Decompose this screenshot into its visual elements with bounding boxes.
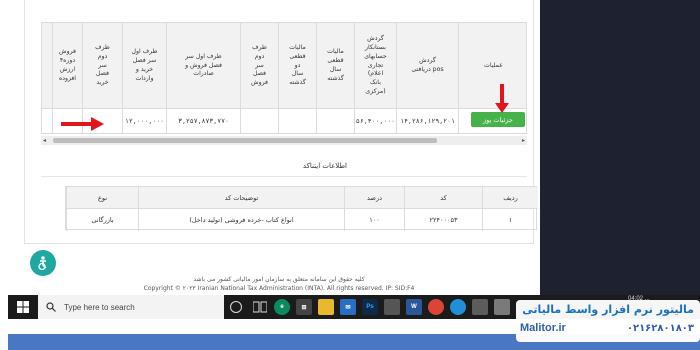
header-creditor-turnover: گردش بستانکار حسابهای تجاری (اعلام بانک … [354, 23, 396, 109]
cell-code-description: انواع کتاب -خرده فروشی (تولید داخل) [138, 209, 344, 231]
file-explorer-icon[interactable] [318, 299, 334, 315]
red-arrow-right-icon [61, 117, 104, 131]
mail-icon[interactable]: ✉ [340, 299, 356, 315]
cell-creditor-turnover: ۵۶,۴۰۰,۰۰۰ [354, 109, 396, 133]
cell-code: ۲۲۴۰۰۰۵۳ [404, 209, 482, 231]
header-purchase-party-two: طرف دوم سر فصل خرید [82, 23, 122, 109]
header-tax-two-years: مالیات قطعی دو سال گذشته [278, 23, 316, 109]
header-operations: عملیات [458, 23, 528, 109]
windows-logo-icon [17, 301, 29, 313]
store-icon[interactable]: ⊞ [296, 299, 312, 315]
cortana-icon[interactable] [230, 301, 242, 313]
main-content: فروش ۴دوره ارزش افزوده طرف دوم سر فصل خر… [24, 0, 538, 244]
screen: فروش ۴دوره ارزش افزوده طرف دوم سر فصل خر… [0, 0, 700, 350]
scrollbar-thumb[interactable] [53, 138, 437, 143]
cell-type: بازرگانی [66, 209, 138, 231]
scroll-left-icon[interactable]: ◂ [43, 136, 46, 145]
header-vat-sales: فروش ۴دوره ارزش افزوده [52, 23, 82, 109]
header-purchase-party-one: طرف اول سر فصل خرید و واردات [122, 23, 166, 109]
cell-sales-party-one: ۳,۲۵۷,۸۷۳,۷۷۰ [166, 109, 240, 133]
malitor-domain: Malitor.ir [520, 322, 566, 334]
cell-tax-last-year [316, 109, 354, 133]
divider [41, 176, 527, 177]
photoshop-icon[interactable]: Ps [362, 299, 378, 315]
turnover-table-header: فروش ۴دوره ارزش افزوده طرف دوم سر فصل خر… [42, 23, 526, 109]
windows-start-button[interactable] [8, 295, 38, 319]
dark-side-panel [540, 0, 700, 295]
search-icon [46, 302, 56, 312]
cell-percent: ۱۰۰ [344, 209, 404, 231]
task-view-icon[interactable] [252, 299, 268, 315]
pos-details-button[interactable]: جزئیات پوز [471, 112, 525, 127]
app-icon-3[interactable] [494, 299, 510, 315]
cell-row-number: ۱ [482, 209, 538, 231]
horizontal-scrollbar[interactable]: ◂ ▸ [41, 136, 527, 145]
footer-copyright: Copyright © ۲۰۲۳ Iranian National Tax Ad… [143, 285, 415, 292]
footer-rights: کلیه حقوق این سامانه متعلق به سازمان امو… [193, 276, 365, 283]
header-percent: درصد [344, 187, 404, 209]
cell-tax-two-years [278, 109, 316, 133]
header-sales-party-two: طرف دوم سر فصل فروش [240, 23, 278, 109]
header-type: نوع [66, 187, 138, 209]
turnover-table: فروش ۴دوره ارزش افزوده طرف دوم سر فصل خر… [41, 22, 527, 134]
app-icon-2[interactable] [472, 299, 488, 315]
cell-sales-party-two [240, 109, 278, 133]
search-placeholder: Type here to search [64, 302, 135, 312]
edge-alt-icon[interactable] [450, 299, 466, 315]
itna-code-section-title: اطلاعات ایتناکد [302, 162, 347, 170]
header-code-description: توضیحات کد [138, 187, 344, 209]
word-icon[interactable]: W [406, 299, 422, 315]
taskbar-search-box[interactable]: Type here to search [38, 295, 224, 319]
header-code: کد [404, 187, 482, 209]
malitor-watermark: مالیتور نرم افزار واسط مالیاتی Malitor.i… [516, 300, 700, 342]
header-tax-last-year: مالیات قطعی سال گذشته [316, 23, 354, 109]
edge-icon[interactable]: e [274, 299, 290, 315]
itna-code-table: نوع توضیحات کد درصد کد ردیف بازرگانی انو… [65, 186, 538, 231]
header-row-number: ردیف [482, 187, 538, 209]
cell-purchase-party-one: ۱۲,۰۰۰,۰۰۰ [122, 109, 166, 133]
malitor-brand-text: مالیتور نرم افزار واسط مالیاتی [522, 303, 694, 316]
accessibility-icon[interactable] [30, 250, 56, 276]
red-arrow-down-icon [495, 84, 509, 113]
header-pos-turnover: گردش دریافتی pos [396, 23, 458, 109]
header-sales-party-one: طرف اول سر فصل فروش و صادرات [166, 23, 240, 109]
malitor-phone: ۰۲۱۶۲۸۰۱۸۰۳ [626, 323, 694, 334]
app-icon[interactable] [384, 299, 400, 315]
cell-pos-turnover: ۱۴,۲۸۶,۱۲۹,۲۰۱ [396, 109, 458, 133]
chrome-icon[interactable] [428, 299, 444, 315]
scroll-right-icon[interactable]: ▸ [522, 136, 525, 145]
